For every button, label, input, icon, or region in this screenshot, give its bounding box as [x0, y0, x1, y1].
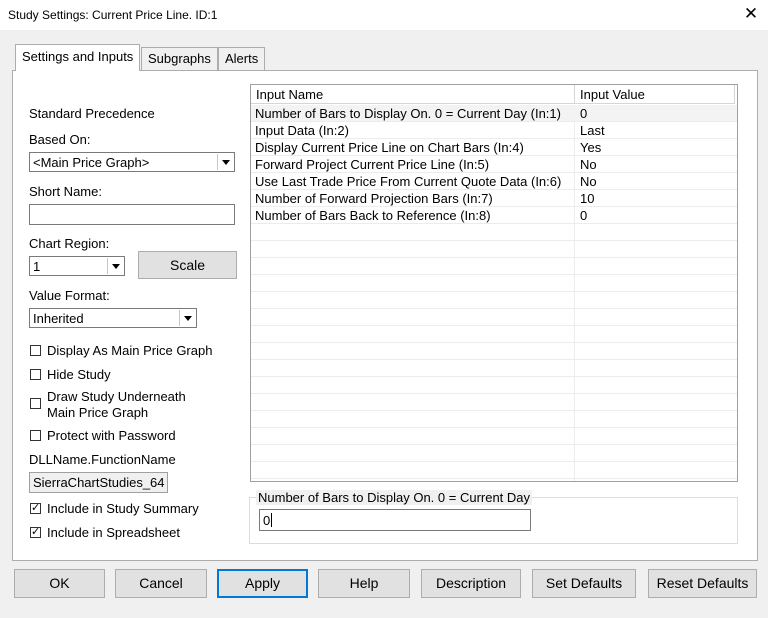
chevron-down-icon	[217, 154, 233, 170]
table-row	[251, 428, 737, 445]
input-value-cell: Last	[580, 123, 605, 138]
value-format-select[interactable]: Inherited	[29, 308, 197, 328]
based-on-value: <Main Price Graph>	[33, 155, 150, 170]
table-row[interactable]: Number of Bars Back to Reference (In:8) …	[251, 207, 737, 224]
table-row	[251, 275, 737, 292]
close-icon[interactable]: ✕	[741, 4, 761, 24]
input-value-cell: 0	[580, 106, 588, 121]
dll-name-label: DLLName.FunctionName	[29, 452, 176, 467]
table-row	[251, 343, 737, 360]
input-value-cell: Yes	[580, 140, 602, 155]
table-row[interactable]: Number of Bars to Display On. 0 = Curren…	[251, 105, 737, 122]
include-in-study-summary-checkbox[interactable]: ✓	[30, 503, 41, 514]
input-value-cell: No	[580, 174, 597, 189]
table-row	[251, 360, 737, 377]
input-name-cell: Display Current Price Line on Chart Bars…	[255, 140, 524, 155]
hide-study-label: Hide Study	[47, 367, 111, 382]
display-as-main-price-graph-checkbox[interactable]	[30, 345, 41, 356]
chevron-down-icon	[107, 258, 123, 274]
input-value-cell: 10	[580, 191, 595, 206]
input-name-cell: Number of Bars Back to Reference (In:8)	[255, 208, 491, 223]
table-row[interactable]: Display Current Price Line on Chart Bars…	[251, 139, 737, 156]
table-row	[251, 394, 737, 411]
table-row	[251, 224, 737, 241]
table-row[interactable]: Use Last Trade Price From Current Quote …	[251, 173, 737, 190]
input-name-cell: Input Data (In:2)	[255, 123, 349, 138]
table-row	[251, 377, 737, 394]
based-on-label: Based On:	[29, 132, 91, 147]
input-name-cell: Use Last Trade Price From Current Quote …	[255, 174, 562, 189]
include-in-spreadsheet-label: Include in Spreadsheet	[47, 525, 180, 540]
value-format-label: Value Format:	[29, 288, 110, 303]
chart-region-select[interactable]: 1	[29, 256, 125, 276]
apply-button[interactable]: Apply	[217, 569, 308, 598]
table-row	[251, 241, 737, 258]
protect-with-password-checkbox[interactable]	[30, 430, 41, 441]
short-name-label: Short Name:	[29, 184, 102, 199]
tab-subgraphs[interactable]: Subgraphs	[141, 47, 218, 70]
input-edit-label: Number of Bars to Display On. 0 = Curren…	[256, 490, 533, 505]
tab-alerts[interactable]: Alerts	[218, 47, 266, 70]
based-on-select[interactable]: <Main Price Graph>	[29, 152, 235, 172]
column-header-input-name[interactable]: Input Name	[251, 85, 575, 104]
window-title: Study Settings: Current Price Line. ID:1	[8, 8, 218, 22]
table-row	[251, 411, 737, 428]
cancel-button[interactable]: Cancel	[115, 569, 207, 598]
table-row[interactable]: Number of Forward Projection Bars (In:7)…	[251, 190, 737, 207]
display-as-main-price-graph-label: Display As Main Price Graph	[47, 343, 213, 358]
table-row[interactable]: Forward Project Current Price Line (In:5…	[251, 156, 737, 173]
scale-button[interactable]: Scale	[138, 251, 237, 279]
chevron-down-icon	[179, 310, 195, 326]
standard-precedence-label[interactable]: Standard Precedence	[29, 106, 155, 121]
grid-header: Input Name Input Value	[251, 85, 737, 105]
include-in-study-summary-label: Include in Study Summary	[47, 501, 199, 516]
set-defaults-button[interactable]: Set Defaults	[532, 569, 636, 598]
chart-region-label: Chart Region:	[29, 236, 110, 251]
ok-button[interactable]: OK	[14, 569, 105, 598]
tab-settings-and-inputs[interactable]: Settings and Inputs	[15, 44, 141, 71]
input-name-cell: Number of Bars to Display On. 0 = Curren…	[255, 106, 561, 121]
input-name-cell: Number of Forward Projection Bars (In:7)	[255, 191, 493, 206]
table-row	[251, 309, 737, 326]
input-value-cell: No	[580, 157, 597, 172]
draw-study-underneath-checkbox[interactable]	[30, 398, 41, 409]
draw-study-underneath-label-line2: Main Price Graph	[47, 405, 149, 420]
inputs-grid: Input Name Input Value Number of Bars to…	[250, 84, 738, 482]
table-row	[251, 462, 737, 479]
help-button[interactable]: Help	[318, 569, 410, 598]
table-row[interactable]: Input Data (In:2) Last	[251, 122, 737, 139]
table-row	[251, 326, 737, 343]
table-row	[251, 292, 737, 309]
dll-name-field: SierraChartStudies_64	[29, 472, 168, 493]
short-name-input[interactable]	[29, 204, 235, 225]
input-value-cell: 0	[580, 208, 588, 223]
protect-with-password-label: Protect with Password	[47, 428, 176, 443]
table-row	[251, 445, 737, 462]
chart-region-value: 1	[33, 259, 41, 274]
dll-name-value: SierraChartStudies_64	[33, 475, 165, 490]
draw-study-underneath-label: Draw Study Underneath	[47, 389, 186, 404]
include-in-spreadsheet-checkbox[interactable]: ✓	[30, 527, 41, 538]
hide-study-checkbox[interactable]	[30, 369, 41, 380]
input-name-cell: Forward Project Current Price Line (In:5…	[255, 157, 490, 172]
description-button[interactable]: Description	[421, 569, 521, 598]
reset-defaults-button[interactable]: Reset Defaults	[648, 569, 757, 598]
input-value-field[interactable]: 0	[259, 509, 531, 531]
text-cursor	[271, 513, 272, 527]
input-value-text: 0	[263, 513, 271, 528]
column-header-input-value[interactable]: Input Value	[575, 85, 735, 104]
table-row	[251, 258, 737, 275]
value-format-value: Inherited	[33, 311, 84, 326]
